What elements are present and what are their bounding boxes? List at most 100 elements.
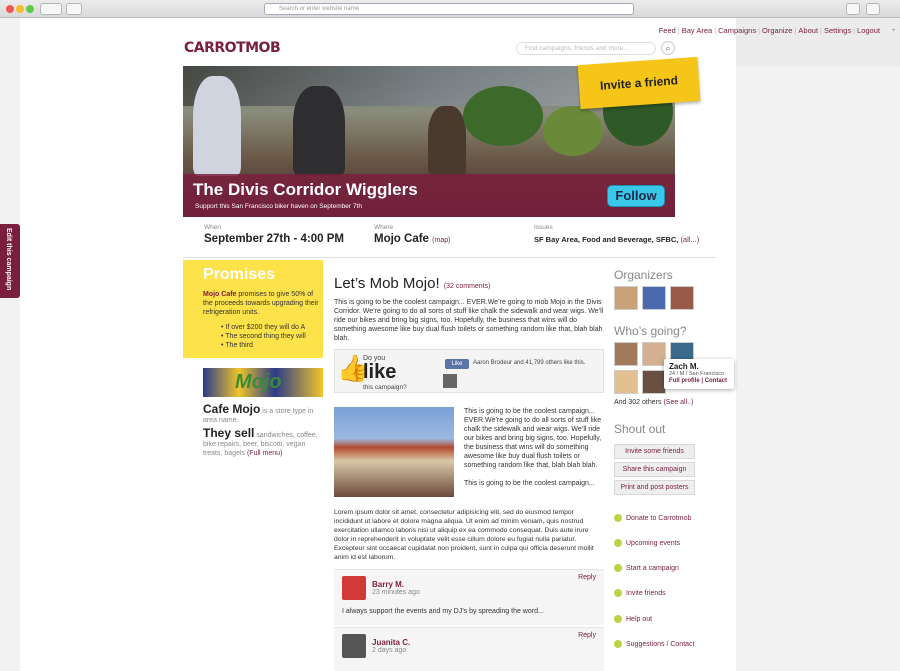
thumbs-up-icon: 👍: [337, 353, 370, 383]
nav-about[interactable]: About: [798, 26, 818, 35]
comment: Barry M. 23 minutes ago Reply I always s…: [334, 569, 604, 625]
hero-person: [293, 86, 345, 176]
carrotmob-logo[interactable]: CARROTMOB: [184, 40, 281, 56]
full-profile-link[interactable]: Full profile: [669, 378, 700, 384]
follow-button[interactable]: Follow: [607, 185, 665, 207]
mojo-logo-image: Mojo: [203, 368, 323, 397]
like-subtext: this campaign?: [363, 384, 407, 391]
browser-toolbar: Search or enter website name: [0, 0, 900, 18]
campaign-subtitle: Support this San Francisco biker haven o…: [195, 203, 362, 210]
search-icon[interactable]: ⌕: [661, 41, 675, 55]
attendee-details: 24 / M / San Francisco: [669, 371, 725, 377]
nav-bay-area[interactable]: Bay Area: [682, 26, 712, 35]
sidebar-link-start[interactable]: Start a campaign: [614, 564, 679, 572]
invite-some-friends-button[interactable]: Invite some friends: [614, 444, 695, 459]
address-bar[interactable]: Search or enter website name: [264, 3, 634, 15]
promises-title: Promises: [203, 266, 276, 283]
issues-label: Issues: [534, 224, 553, 231]
like-heading: like: [363, 361, 397, 383]
avatar[interactable]: [614, 342, 638, 366]
sidebar-link-suggestions[interactable]: Suggestions / Contact: [614, 640, 695, 648]
comment-author[interactable]: Juanita C.: [372, 638, 410, 647]
share-campaign-button[interactable]: Share this campaign: [614, 462, 695, 477]
edit-campaign-label: Edit this campaign: [5, 228, 12, 291]
edit-campaign-tab[interactable]: Edit this campaign: [0, 224, 20, 298]
nav-organize[interactable]: Organize: [762, 26, 792, 35]
full-menu-link[interactable]: (Full menu): [247, 450, 282, 457]
sidebar-link-invite[interactable]: Invite friends: [614, 589, 666, 597]
comment-text: I always support the events and my DJ’s …: [342, 608, 544, 615]
minimize-window-icon[interactable]: [16, 5, 24, 13]
cafe-photo: [334, 407, 454, 497]
promise-item: • The third: [221, 342, 253, 349]
facebook-like-button[interactable]: Like: [445, 359, 469, 369]
hero-person: [193, 76, 241, 176]
comment-author[interactable]: Barry M.: [372, 580, 404, 589]
carrot-icon: [614, 615, 622, 623]
comment-time: 2 days ago: [372, 647, 407, 654]
comment-time: 23 minutes ago: [372, 589, 420, 596]
carrot-icon: [614, 514, 622, 522]
invite-friend-button[interactable]: Invite a friend: [577, 56, 701, 110]
campaign-info-bar: When September 27th - 4:00 PM Where Mojo…: [183, 220, 716, 258]
where-cell: Where Mojo Cafe (map): [374, 224, 450, 245]
avatar[interactable]: [642, 286, 666, 310]
reply-button[interactable]: Reply: [578, 574, 596, 581]
nav-logout[interactable]: Logout: [857, 26, 880, 35]
nav-feed[interactable]: Feed: [659, 26, 676, 35]
avatar[interactable]: [642, 370, 666, 394]
issues-value: SF Bay Area, Food and Beverage, SFBC,: [534, 235, 679, 244]
carrot-icon: [614, 640, 622, 648]
like-box: 👍 Do you like this campaign? Like Aaron …: [334, 349, 604, 393]
comments-link[interactable]: 32 comments: [446, 283, 488, 290]
reply-button[interactable]: Reply: [578, 632, 596, 639]
avatar[interactable]: [342, 634, 366, 658]
see-all-link[interactable]: (See all..): [663, 399, 693, 406]
when-label: When: [204, 224, 221, 231]
sidebar-toggle-icon[interactable]: [66, 3, 82, 15]
map-link[interactable]: (map): [432, 237, 450, 244]
avatar: [443, 374, 457, 388]
others-text: And 302 others: [614, 399, 662, 406]
whos-going-heading: Who’s going?: [614, 324, 687, 338]
top-nav: Feed | Bay Area | Campaigns | Organize | About | S…: [658, 26, 880, 35]
nav-campaigns[interactable]: Campaigns: [718, 26, 756, 35]
sidebar-link-upcoming[interactable]: Upcoming events: [614, 539, 680, 547]
share-icon[interactable]: [846, 3, 860, 15]
avatar[interactable]: [642, 342, 666, 366]
avatar[interactable]: [614, 370, 638, 394]
contact-link[interactable]: Contact: [705, 378, 727, 384]
issues-cell: Issues SF Bay Area, Food and Beverage, S…: [534, 224, 699, 244]
search-input[interactable]: Find campaigns, friends and more...: [516, 42, 656, 55]
when-cell: When September 27th - 4:00 PM: [204, 224, 344, 245]
campaign-text-paragraph: This is going to be the coolest campaign…: [464, 408, 602, 469]
issues-all-link[interactable]: (all...): [680, 235, 699, 244]
where-label: Where: [374, 224, 394, 231]
campaign-title: The Divis Corridor Wigglers: [193, 180, 418, 199]
promises-cafe-link[interactable]: Mojo Cafe: [203, 291, 236, 298]
close-window-icon[interactable]: [6, 5, 14, 13]
promise-item: • The second thing they will: [221, 333, 306, 340]
attendee-popup: Zach M. 24 / M / San Francisco Full prof…: [664, 359, 734, 389]
avatar[interactable]: [342, 576, 366, 600]
promises-list: • If over $200 they will do A • The seco…: [203, 323, 321, 350]
sells-heading: They sell: [203, 426, 255, 440]
nav-settings[interactable]: Settings: [824, 26, 851, 35]
sidebar-link-donate[interactable]: Donate to Carrotmob: [614, 514, 691, 522]
where-value[interactable]: Mojo Cafe: [374, 233, 429, 245]
store-name: Cafe Mojo: [203, 402, 261, 416]
carrot-icon: [614, 539, 622, 547]
plus-icon[interactable]: +: [892, 28, 898, 34]
tabs-icon[interactable]: [866, 3, 880, 15]
print-posters-button[interactable]: Print and post posters: [614, 480, 695, 495]
avatar[interactable]: [614, 286, 638, 310]
attendee-name: Zach M.: [669, 362, 699, 371]
comment: Juanita C. 2 days ago Reply: [334, 627, 604, 671]
facebook-like-count: Aaron Brodeur and 41,799 others like thi…: [473, 360, 586, 366]
avatar[interactable]: [670, 286, 694, 310]
shout-out-heading: Shout out: [614, 422, 666, 436]
back-forward-button[interactable]: [40, 3, 62, 15]
organizers-heading: Organizers: [614, 268, 673, 282]
sidebar-link-help[interactable]: Help out: [614, 615, 652, 623]
zoom-window-icon[interactable]: [26, 5, 34, 13]
